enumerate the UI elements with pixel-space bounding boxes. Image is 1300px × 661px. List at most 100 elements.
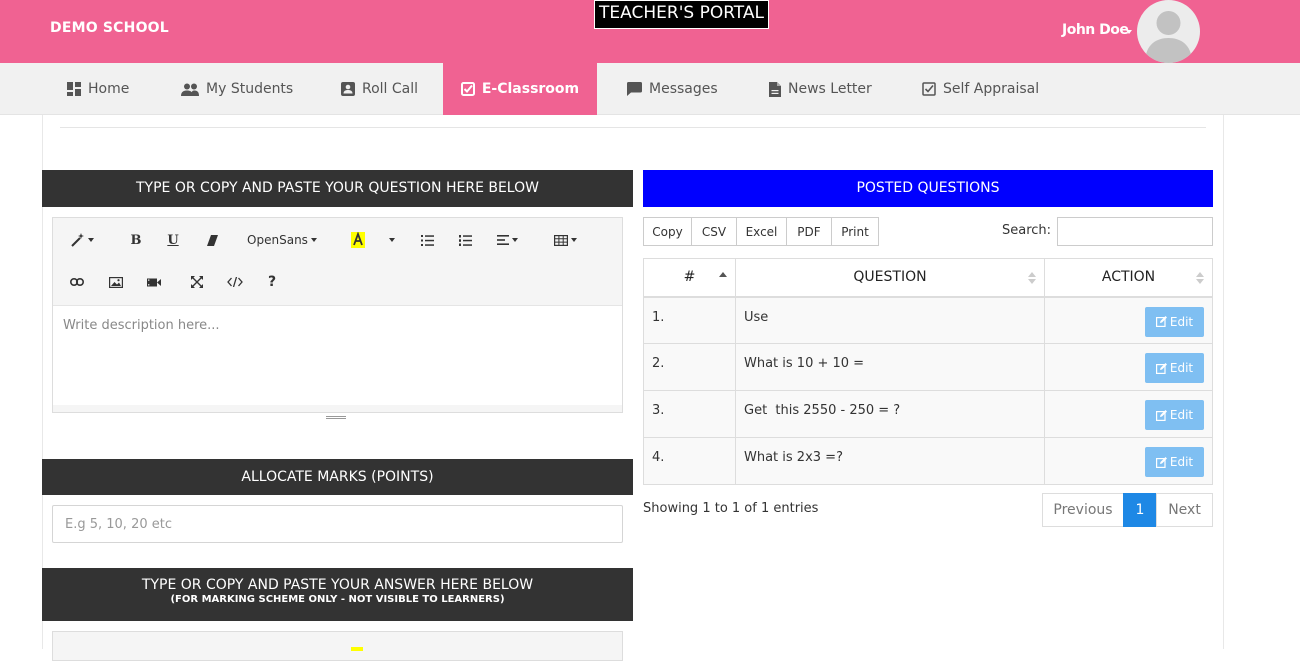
help-icon: ?: [267, 274, 277, 290]
edit-button-label: Edit: [1169, 361, 1194, 375]
nav-item-roll-call[interactable]: Roll Call: [341, 63, 418, 115]
contact-card-icon: [341, 82, 355, 96]
magic-wand-icon: [70, 233, 84, 247]
row-question: Use: [735, 296, 1045, 344]
editor-resize-handle[interactable]: [326, 406, 346, 419]
row-action: Edit: [1044, 390, 1213, 438]
column-header-action[interactable]: ACTION: [1044, 258, 1213, 298]
pagination-page-button[interactable]: 1: [1123, 493, 1157, 527]
table-info: Showing 1 to 1 of 1 entries: [643, 501, 819, 516]
insert-link-button[interactable]: [67, 272, 87, 292]
row-question: Get this 2550 - 250 = ?: [735, 390, 1045, 438]
paragraph-align-dropdown[interactable]: [494, 230, 520, 250]
grip-icon: [326, 416, 346, 419]
edit-icon: [1155, 409, 1167, 421]
top-header: DEMO SCHOOL TEACHER'S PORTAL John Doe: [0, 0, 1300, 63]
edit-button[interactable]: Edit: [1145, 400, 1204, 430]
excel-button[interactable]: Excel: [736, 217, 787, 246]
answer-section-title: TYPE OR COPY AND PASTE YOUR ANSWER HERE …: [141, 577, 534, 593]
edit-icon: [1155, 316, 1167, 327]
code-view-button[interactable]: [223, 272, 247, 292]
copy-button[interactable]: Copy: [643, 217, 692, 246]
fullscreen-button[interactable]: [187, 272, 207, 292]
text-color-dropdown[interactable]: [387, 230, 397, 250]
edit-button[interactable]: Edit: [1145, 447, 1204, 477]
table-insert-dropdown[interactable]: [551, 230, 579, 250]
font-family-dropdown[interactable]: OpenSans: [246, 230, 318, 250]
pagination-previous-button[interactable]: Previous: [1042, 493, 1124, 527]
nav-item-news-letter[interactable]: News Letter: [769, 63, 872, 115]
table-icon: [553, 234, 568, 246]
row-action: Edit: [1044, 343, 1213, 391]
column-header-number[interactable]: #: [643, 258, 736, 298]
insert-video-button[interactable]: [144, 272, 164, 292]
message-icon: [627, 82, 642, 96]
nav-label-my-students: My Students: [206, 81, 294, 97]
answer-section-header: TYPE OR COPY AND PASTE YOUR ANSWER HERE …: [42, 568, 633, 621]
bold-button[interactable]: B: [127, 230, 145, 250]
checkbox-icon: [460, 82, 475, 96]
user-menu-name[interactable]: John Doe: [1062, 22, 1129, 38]
row-number: 2.: [643, 343, 736, 391]
nav-item-e-classroom[interactable]: E-Classroom: [443, 63, 597, 115]
unordered-list-button[interactable]: [419, 230, 435, 250]
sort-ascending-icon: [719, 272, 727, 277]
nav-label-self-appraisal: Self Appraisal: [943, 81, 1040, 97]
document-icon: [769, 81, 781, 97]
edit-icon: [1155, 456, 1167, 468]
link-icon: [70, 278, 84, 286]
row-action: Edit: [1044, 296, 1213, 344]
search-input[interactable]: [1057, 217, 1213, 246]
align-left-icon: [496, 235, 509, 245]
nav-item-messages[interactable]: Messages: [627, 63, 718, 115]
nav-item-my-students[interactable]: My Students: [181, 63, 293, 115]
edit-icon: [1155, 362, 1167, 374]
user-menu-caret-icon[interactable]: [1126, 30, 1132, 34]
avatar[interactable]: [1137, 0, 1200, 63]
clear-format-button[interactable]: [203, 230, 221, 250]
marks-section-title: ALLOCATE MARKS (POINTS): [42, 459, 633, 495]
text-color-swatch-icon[interactable]: [351, 647, 363, 651]
nav-label-e-classroom: E-Classroom: [481, 81, 580, 97]
numbered-list-icon: [458, 234, 472, 246]
edit-button-label: Edit: [1169, 408, 1194, 422]
column-header-action-label: ACTION: [1101, 269, 1156, 286]
edit-button-label: Edit: [1169, 314, 1194, 329]
row-number: 4.: [643, 437, 736, 485]
edit-button[interactable]: Edit: [1145, 306, 1204, 337]
font-family-value: OpenSans: [247, 233, 308, 247]
insert-picture-button[interactable]: [106, 272, 126, 292]
school-name[interactable]: DEMO SCHOOL: [50, 20, 169, 36]
csv-button[interactable]: CSV: [691, 217, 737, 246]
help-button[interactable]: ?: [264, 272, 280, 292]
column-header-question[interactable]: QUESTION: [735, 258, 1045, 298]
underline-button[interactable]: U: [164, 230, 182, 250]
dashboard-icon: [67, 82, 81, 96]
question-section-title: TYPE OR COPY AND PASTE YOUR QUESTION HER…: [42, 170, 633, 207]
posted-questions-title: POSTED QUESTIONS: [643, 170, 1213, 207]
text-color-button[interactable]: [350, 230, 366, 250]
question-editor-area[interactable]: Write description here...: [53, 305, 622, 405]
pdf-button[interactable]: PDF: [786, 217, 832, 246]
answer-editor: [52, 631, 623, 661]
magic-style-button[interactable]: [67, 230, 97, 250]
column-header-number-label: #: [683, 269, 696, 286]
checkbox-outline-icon: [922, 82, 936, 96]
row-number: 3.: [643, 390, 736, 438]
print-button[interactable]: Print: [831, 217, 879, 246]
ordered-list-button[interactable]: [457, 230, 473, 250]
edit-button-label: Edit: [1169, 455, 1194, 469]
table-row: 2. What is 10 + 10 = Edit: [643, 343, 1213, 391]
nav-item-self-appraisal[interactable]: Self Appraisal: [922, 63, 1039, 115]
table-header-row: # QUESTION ACTION: [643, 258, 1213, 298]
pagination-next-button[interactable]: Next: [1156, 493, 1213, 527]
marks-input[interactable]: [52, 505, 623, 543]
column-header-question-label: QUESTION: [853, 269, 927, 286]
code-icon: [227, 277, 243, 287]
nav-label-messages: Messages: [649, 81, 718, 97]
nav-item-home[interactable]: Home: [67, 63, 129, 115]
nav-label-news-letter: News Letter: [788, 81, 872, 97]
edit-button[interactable]: Edit: [1145, 353, 1204, 383]
nav-label-roll-call: Roll Call: [362, 81, 419, 97]
answer-section-subtitle: (FOR MARKING SCHEME ONLY - NOT VISIBLE T…: [170, 594, 505, 605]
